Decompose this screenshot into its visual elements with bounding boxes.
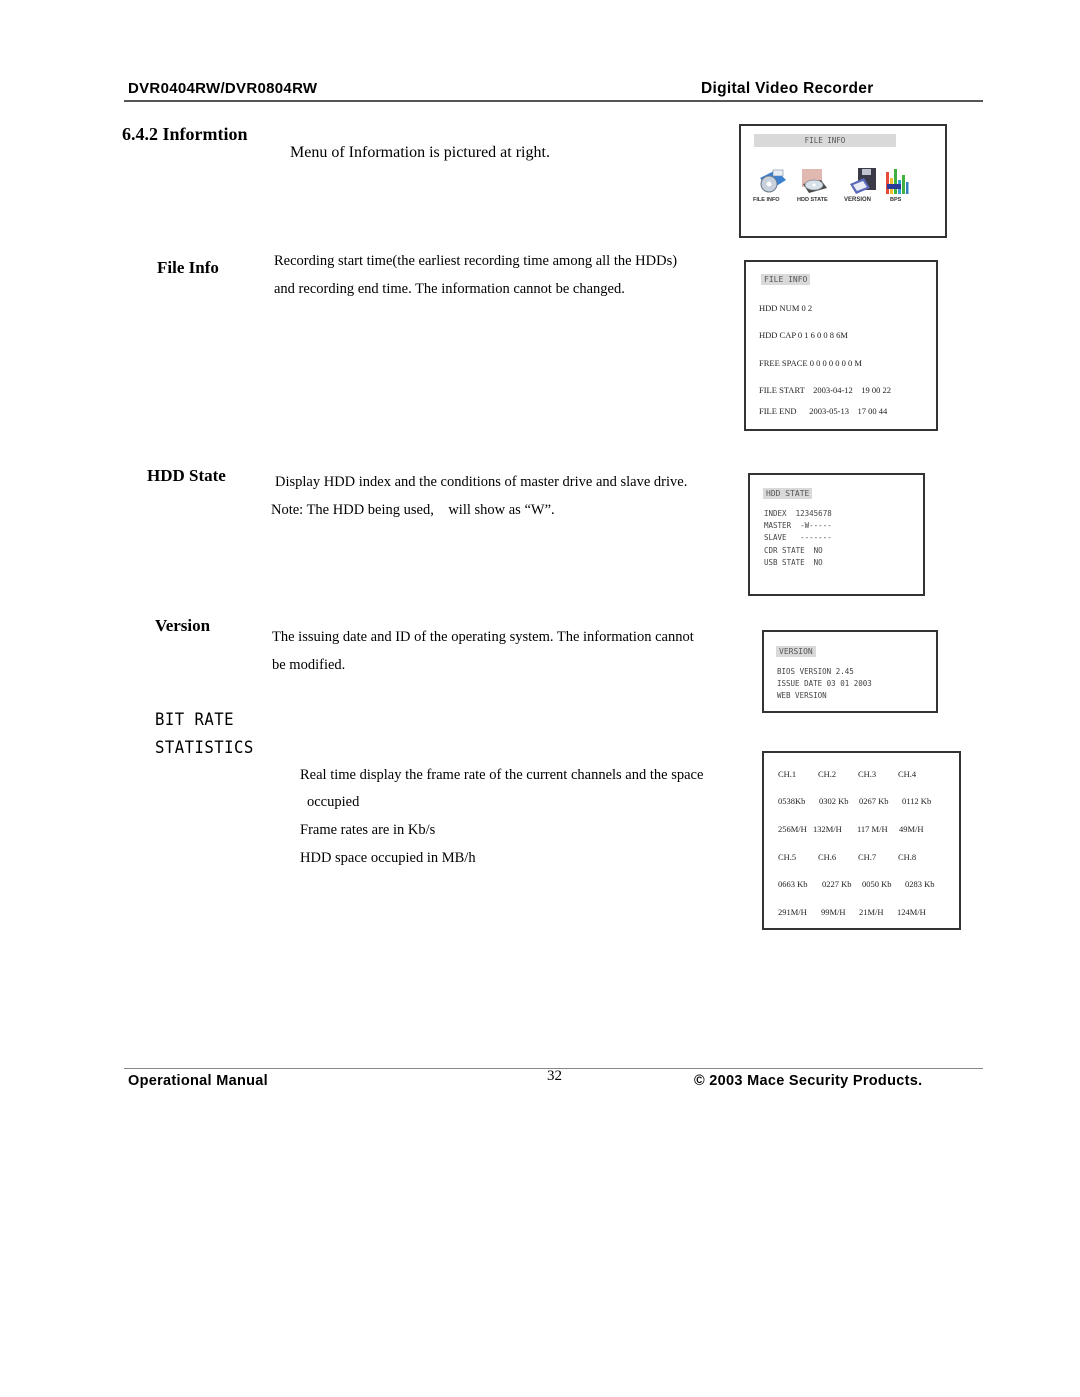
bps-cell: 21M/H [859, 907, 884, 917]
file-start: FILE START 2003-04-12 19 00 22 [759, 385, 892, 395]
footer-left: Operational Manual [128, 1073, 268, 1089]
menu-label-bps: BPS [890, 197, 902, 203]
hdd-cap: HDD CAP 0 1 6 0 0 8 6M [759, 330, 848, 340]
free-space: FREE SPACE 0 0 0 0 0 0 0 M [759, 358, 862, 368]
bit-rate-text-4: HDD space occupied in MB/h [300, 850, 476, 866]
hdd-master: MASTER -W----- [764, 521, 832, 530]
bps-cell: 0283 Kb [905, 879, 935, 889]
bps-row-channels-2: CH.5 CH.6 CH.7 CH.8 [778, 852, 938, 862]
bps-cell: 0538Kb [778, 796, 806, 806]
bps-row-rates-2: 0663 Kb 0227 Kb 0050 Kb 0283 Kb [778, 879, 945, 889]
bit-rate-heading-1: BIT RATE [155, 710, 235, 730]
bps-row-space-1: 256M/H 132M/H 117 M/H 49M/H [778, 824, 939, 834]
header-model: DVR0404RW/DVR0804RW [128, 80, 318, 97]
bps-cell: CH.4 [898, 769, 917, 779]
bps-row-space-2: 291M/H 99M/H 21M/H 124M/H [778, 907, 937, 917]
bit-rate-heading-2: STATISTICS [155, 738, 254, 758]
file-info-screen: FILE INFO HDD NUM 0 2 HDD CAP 0 1 6 0 0 … [744, 260, 938, 431]
version-text-2: be modified. [272, 657, 346, 673]
hdd-state-text-2: Note: The HDD being used, will show as “… [271, 502, 555, 518]
bps-cell: CH.2 [818, 769, 837, 779]
bps-cell: CH.6 [818, 852, 837, 862]
bps-cell: 99M/H [821, 907, 846, 917]
hdd-state-screen-title: HDD STATE [763, 488, 813, 499]
bps-cell: CH.3 [858, 769, 877, 779]
bps-cell: 0050 Kb [862, 879, 892, 889]
header-rule [124, 100, 983, 102]
disc-folder-icon[interactable] [756, 166, 788, 196]
hard-drive-icon[interactable] [799, 166, 829, 196]
hdd-num: HDD NUM 0 2 [759, 303, 813, 313]
hdd-slave: SLAVE ------- [764, 533, 832, 542]
bps-row-channels-1: CH.1 CH.2 CH.3 CH.4 [778, 769, 938, 779]
bar-meter-icon[interactable] [885, 166, 909, 196]
file-info-text-1: Recording start time(the earliest record… [274, 253, 678, 269]
header-product: Digital Video Recorder [701, 80, 874, 97]
bps-cell: 0112 Kb [902, 796, 932, 806]
bps-row-rates-1: 0538Kb 0302 Kb 0267 Kb 0112 Kb [778, 796, 942, 806]
menu-label-version: VERSION [844, 197, 872, 203]
issue-date: ISSUE DATE 03 01 2003 [777, 679, 872, 688]
bps-cell: CH.5 [778, 852, 797, 862]
bps-cell: 0302 Kb [819, 796, 849, 806]
bios-version: BIOS VERSION 2.45 [777, 667, 854, 676]
bps-cell: CH.7 [858, 852, 877, 862]
bps-cell: 291M/H [778, 907, 807, 917]
hdd-index: INDEX 12345678 [764, 509, 832, 518]
web-version: WEB VERSION [777, 691, 827, 700]
version-screen: VERSION BIOS VERSION 2.45 ISSUE DATE 03 … [762, 630, 938, 713]
version-screen-title: VERSION [776, 646, 816, 657]
file-info-screen-title: FILE INFO [761, 274, 811, 285]
bps-cell: 0267 Kb [859, 796, 889, 806]
bps-cell: 124M/H [897, 907, 926, 917]
hdd-state-text-1: Display HDD index and the conditions of … [275, 474, 688, 490]
footer-right: © 2003 Mace Security Products. [694, 1073, 923, 1089]
bit-rate-text-2: occupied [307, 794, 360, 810]
version-heading: Version [155, 616, 211, 635]
file-info-heading: File Info [157, 258, 219, 277]
bps-cell: 132M/H [813, 824, 842, 834]
bps-cell: 0227 Kb [822, 879, 852, 889]
version-text-1: The issuing date and ID of the operating… [272, 629, 694, 645]
hdd-state-heading: HDD State [147, 466, 226, 485]
menu-label-hdd-state: HDD STATE [797, 197, 828, 203]
section-title: 6.4.2 Informtion [122, 124, 248, 144]
page-number: 32 [547, 1068, 562, 1084]
bps-cell: 49M/H [899, 824, 924, 834]
usb-state: USB STATE NO [764, 558, 823, 567]
bit-rate-screen: CH.1 CH.2 CH.3 CH.4 0538Kb 0302 Kb 0267 … [762, 751, 961, 930]
cdr-state: CDR STATE NO [764, 546, 823, 555]
file-end: FILE END 2003-05-13 17 00 44 [759, 406, 888, 416]
bit-rate-text-1: Real time display the frame rate of the … [300, 767, 704, 783]
bit-rate-text-3: Frame rates are in Kb/s [300, 822, 436, 838]
menu-title: FILE INFO [754, 134, 896, 147]
bps-cell: CH.1 [778, 769, 797, 779]
bps-cell: 117 M/H [857, 824, 888, 834]
floppy-disk-icon[interactable] [848, 166, 878, 196]
info-menu-screen: FILE INFO FILE INFO HDD STATE VERSION BP… [739, 124, 947, 238]
bps-cell: CH.8 [898, 852, 917, 862]
file-info-text-2: and recording end time. The information … [274, 281, 625, 297]
hdd-state-screen: HDD STATE INDEX 12345678 MASTER -W----- … [748, 473, 925, 596]
bps-cell: 0663 Kb [778, 879, 808, 889]
menu-label-file-info: FILE INFO [753, 197, 780, 203]
section-intro: Menu of Information is pictured at right… [290, 144, 550, 161]
bps-cell: 256M/H [778, 824, 807, 834]
